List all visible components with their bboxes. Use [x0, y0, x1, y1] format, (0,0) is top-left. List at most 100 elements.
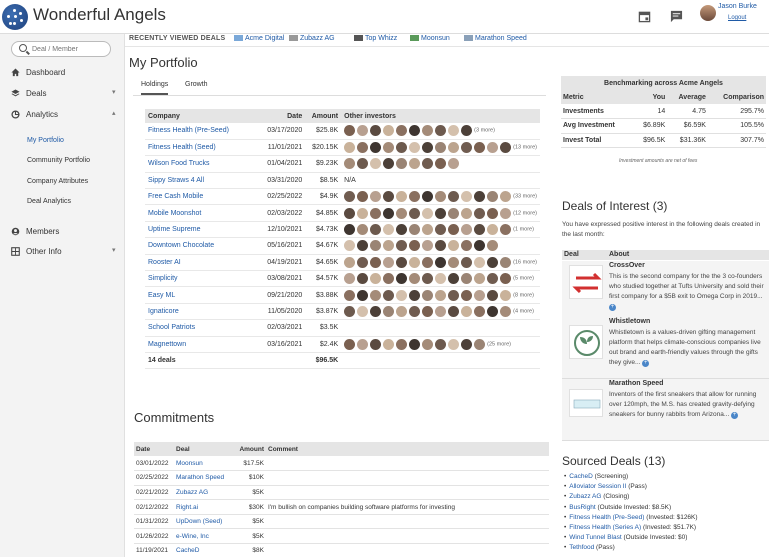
investor-avatar[interactable]: [461, 224, 473, 236]
recent-deal[interactable]: Zubazz AG: [289, 35, 335, 42]
investor-avatar[interactable]: [435, 142, 447, 154]
investor-avatar[interactable]: [357, 240, 369, 252]
user-name[interactable]: Jason Burke: [718, 3, 757, 10]
investor-avatar[interactable]: [383, 273, 395, 285]
investor-avatar[interactable]: [344, 142, 356, 154]
investor-avatar[interactable]: [409, 240, 421, 252]
chat-icon[interactable]: [670, 10, 683, 23]
table-row[interactable]: Free Cash Mobile 02/25/2022 $4.9K (33 more): [145, 188, 540, 206]
more-investors[interactable]: (1 more): [513, 227, 534, 233]
investor-avatar[interactable]: [396, 191, 408, 203]
investor-avatar[interactable]: [383, 142, 395, 154]
investor-avatar[interactable]: [448, 273, 460, 285]
investor-avatar[interactable]: [448, 207, 460, 219]
table-row[interactable]: Fitness Health (Pre-Seed) 03/17/2020 $25.8…: [145, 123, 540, 140]
investor-avatar[interactable]: [422, 305, 434, 317]
investor-avatar[interactable]: [357, 273, 369, 285]
investor-avatar[interactable]: [435, 191, 447, 203]
investor-avatar[interactable]: [448, 125, 460, 137]
company-link[interactable]: Free Cash Mobile: [145, 188, 262, 206]
investor-avatar[interactable]: [461, 240, 473, 252]
table-row[interactable]: Ignaticore 11/05/2020 $3.87K (4 more): [145, 303, 540, 321]
investor-avatar[interactable]: [357, 158, 369, 170]
investor-avatar[interactable]: [448, 158, 460, 170]
investor-avatar[interactable]: [422, 125, 434, 137]
table-row[interactable]: 02/25/2022 Marathon Speed $10K: [134, 470, 549, 486]
investor-avatar[interactable]: [370, 125, 382, 137]
table-row[interactable]: 02/12/2022 Right.ai $30K I'm bullish on com…: [134, 499, 549, 515]
logo-icon[interactable]: [2, 4, 28, 30]
company-link[interactable]: Simplicity: [145, 270, 262, 288]
investor-avatar[interactable]: [383, 191, 395, 203]
investor-avatar[interactable]: [409, 338, 421, 350]
search-box[interactable]: [11, 41, 111, 57]
nav-members[interactable]: Members: [0, 224, 125, 240]
investor-avatar[interactable]: [474, 305, 486, 317]
deal-of-interest-item[interactable]: Marathon Speed Inventors of the first sn…: [562, 379, 769, 441]
investor-avatar[interactable]: [344, 289, 356, 301]
company-link[interactable]: Downtown Chocolate: [145, 237, 262, 255]
investor-avatar[interactable]: [370, 289, 382, 301]
table-row[interactable]: Fitness Health (Seed) 11/01/2021 $20.15K (1…: [145, 139, 540, 157]
investor-avatar[interactable]: [409, 305, 421, 317]
table-row[interactable]: 11/19/2021 CacheD $8K: [134, 543, 549, 557]
deal-link[interactable]: Zubazz AG: [174, 485, 234, 501]
table-row[interactable]: Simplicity 03/08/2021 $4.57K (5 more): [145, 270, 540, 288]
sourced-deal-link[interactable]: Tethfood: [569, 544, 594, 551]
investor-avatar[interactable]: [383, 289, 395, 301]
investor-avatar[interactable]: [461, 289, 473, 301]
investor-avatar[interactable]: [370, 256, 382, 268]
investor-avatar[interactable]: [357, 305, 369, 317]
investor-avatar[interactable]: [474, 191, 486, 203]
investor-avatar[interactable]: [370, 240, 382, 252]
nav-deals[interactable]: Deals ▾: [0, 86, 125, 102]
investor-avatar[interactable]: [409, 224, 421, 236]
more-investors[interactable]: (12 more): [513, 210, 537, 216]
nav-my-portfolio[interactable]: My Portfolio: [27, 137, 64, 144]
more-investors[interactable]: (25 more): [487, 341, 511, 347]
sourced-deal-link[interactable]: Alloviator Session II: [569, 483, 626, 490]
deal-link[interactable]: CacheD: [174, 543, 234, 557]
investor-avatar[interactable]: [422, 256, 434, 268]
investor-avatar[interactable]: [396, 273, 408, 285]
investor-avatar[interactable]: [370, 191, 382, 203]
investor-avatar[interactable]: [461, 256, 473, 268]
investor-avatar[interactable]: [370, 273, 382, 285]
investor-avatar[interactable]: [422, 207, 434, 219]
recent-deal[interactable]: Moonsun: [410, 35, 450, 42]
table-row[interactable]: School Patriots 02/03/2021 $3.5K: [145, 319, 540, 337]
investor-avatar[interactable]: [448, 224, 460, 236]
table-row[interactable]: 01/31/2022 UpDown (Seed) $5K: [134, 514, 549, 530]
calendar-icon[interactable]: [638, 10, 651, 23]
investor-avatar[interactable]: [487, 305, 499, 317]
investor-avatar[interactable]: [435, 338, 447, 350]
investor-avatar[interactable]: [383, 305, 395, 317]
investor-avatar[interactable]: [396, 256, 408, 268]
deal-name[interactable]: Marathon Speed: [609, 380, 663, 387]
more-investors[interactable]: (16 more): [513, 259, 537, 265]
investor-avatar[interactable]: [422, 142, 434, 154]
company-link[interactable]: Sippy Straws 4 All: [145, 172, 262, 190]
more-investors[interactable]: (5 more): [513, 276, 534, 282]
investor-avatar[interactable]: [474, 224, 486, 236]
investor-avatar[interactable]: [370, 142, 382, 154]
table-row[interactable]: 02/21/2022 Zubazz AG $5K: [134, 485, 549, 501]
investor-avatar[interactable]: [474, 256, 486, 268]
table-row[interactable]: 01/26/2022 e-Wine, Inc $5K: [134, 528, 549, 545]
investor-avatar[interactable]: [435, 289, 447, 301]
nav-deal-analytics[interactable]: Deal Analytics: [27, 198, 71, 205]
investor-avatar[interactable]: [383, 256, 395, 268]
more-investors[interactable]: N/A: [344, 177, 356, 184]
investor-avatar[interactable]: [474, 273, 486, 285]
investor-avatar[interactable]: [357, 207, 369, 219]
deal-link[interactable]: UpDown (Seed): [174, 514, 234, 530]
more-investors[interactable]: (13 more): [513, 145, 537, 151]
investor-avatar[interactable]: [435, 240, 447, 252]
investor-avatar[interactable]: [435, 256, 447, 268]
investor-avatar[interactable]: [422, 224, 434, 236]
table-row[interactable]: Mobile Moonshot 02/03/2022 $4.85K (12 more): [145, 204, 540, 222]
expand-icon[interactable]: +: [731, 412, 739, 419]
expand-icon[interactable]: +: [609, 304, 616, 311]
investor-avatar[interactable]: [422, 191, 434, 203]
investor-avatar[interactable]: [409, 158, 421, 170]
